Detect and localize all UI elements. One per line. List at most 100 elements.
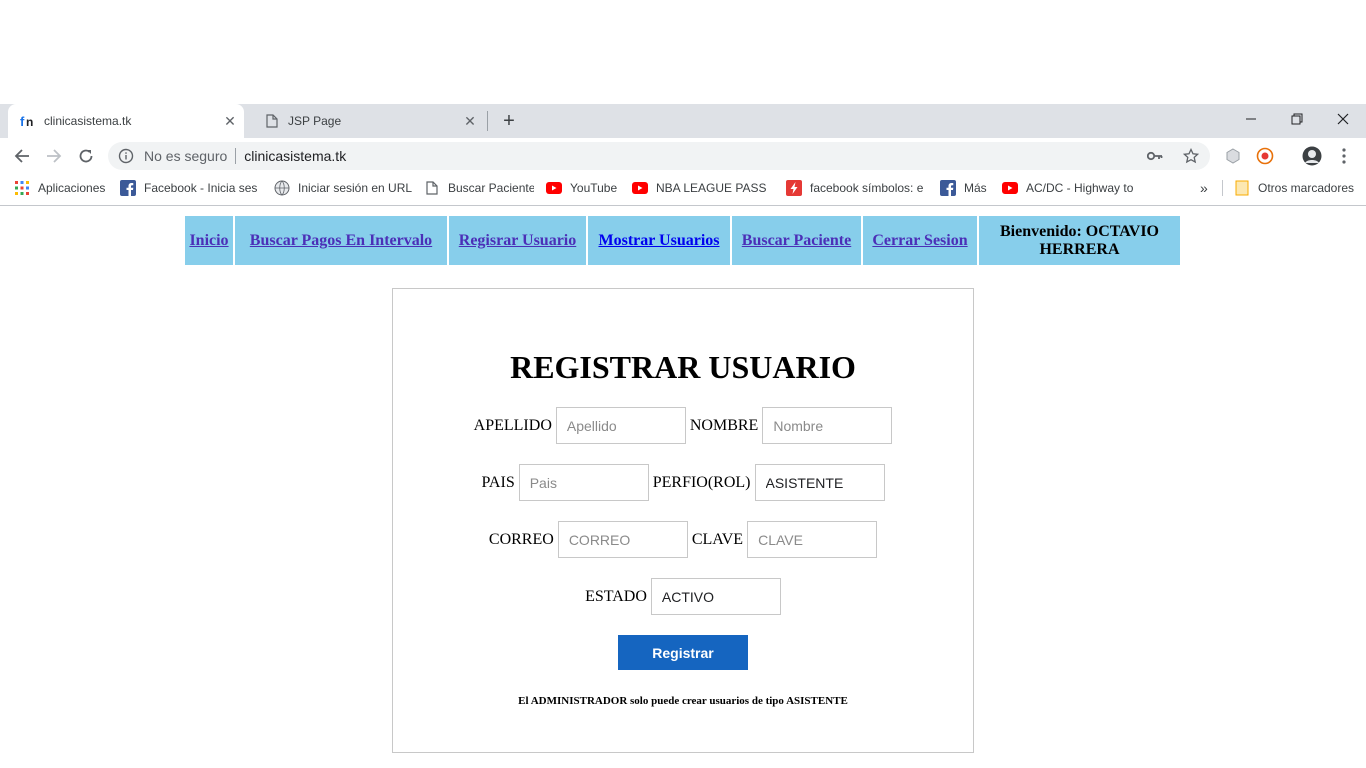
back-arrow-icon bbox=[14, 149, 29, 163]
page-icon bbox=[424, 180, 440, 196]
bookmark-facebook-simbolos[interactable]: facebook símbolos: e bbox=[786, 176, 924, 200]
bookmark-label: Facebook - Inicia sesi bbox=[144, 181, 258, 195]
bookmark-facebook[interactable]: Facebook - Inicia sesi bbox=[120, 176, 258, 200]
page-icon bbox=[264, 113, 280, 129]
flash-icon bbox=[786, 180, 802, 196]
extension-record-icon[interactable] bbox=[1255, 146, 1275, 166]
security-status: No es seguro bbox=[144, 148, 228, 164]
svg-text:n: n bbox=[26, 115, 33, 129]
bookmark-youtube[interactable]: YouTube bbox=[546, 176, 622, 200]
nav-cell-buscar-paciente: Buscar Paciente bbox=[731, 215, 862, 266]
facebook-icon bbox=[940, 180, 956, 196]
bookmark-star-icon[interactable] bbox=[1182, 147, 1200, 165]
tab-jsp-page[interactable]: JSP Page ✕ bbox=[252, 104, 484, 138]
facebook-icon bbox=[120, 180, 136, 196]
restore-button[interactable] bbox=[1274, 104, 1320, 134]
bookmark-apps[interactable]: Aplicaciones bbox=[14, 176, 114, 200]
minimize-button[interactable] bbox=[1228, 104, 1274, 134]
forward-arrow-icon bbox=[47, 149, 62, 163]
bookmark-label: YouTube bbox=[570, 181, 618, 195]
register-form: REGISTRAR USUARIO APELLIDO NOMBRE PAIS P… bbox=[392, 288, 974, 753]
nav-link-cerrar-sesion[interactable]: Cerrar Sesion bbox=[872, 232, 967, 250]
url-text[interactable]: clinicasistema.tk bbox=[244, 148, 346, 164]
bookmark-acdc[interactable]: AC/DC - Highway to bbox=[1002, 176, 1140, 200]
admin-note: El ADMINISTRADOR solo puede crear usuari… bbox=[518, 695, 848, 707]
close-tab-icon[interactable]: ✕ bbox=[222, 113, 238, 129]
perfil-input[interactable] bbox=[754, 464, 885, 501]
bookmark-label: Aplicaciones bbox=[38, 181, 106, 195]
correo-input[interactable] bbox=[557, 521, 688, 558]
nav-link-registrar-usuario[interactable]: Regisrar Usuario bbox=[459, 232, 576, 250]
close-tab-icon[interactable]: ✕ bbox=[462, 113, 478, 129]
bookmark-label: Iniciar sesión en URL bbox=[298, 181, 413, 195]
key-icon[interactable] bbox=[1146, 147, 1164, 165]
row-estado: ESTADO bbox=[393, 578, 973, 615]
row-pais-perfil: PAIS PERFIO(ROL) bbox=[393, 464, 973, 501]
nav-link-mostrar-usuarios[interactable]: Mostrar Usuarios bbox=[598, 232, 719, 250]
restore-icon bbox=[1291, 113, 1303, 125]
chrome-border bbox=[0, 205, 1366, 206]
nav-link-inicio[interactable]: Inicio bbox=[189, 232, 228, 250]
youtube-icon bbox=[1002, 180, 1018, 196]
form-title: REGISTRAR USUARIO bbox=[510, 349, 856, 385]
globe-icon bbox=[274, 180, 290, 196]
close-window-button[interactable] bbox=[1320, 104, 1366, 134]
info-icon[interactable] bbox=[118, 148, 134, 164]
estado-label: ESTADO bbox=[585, 587, 647, 605]
back-button[interactable] bbox=[10, 145, 34, 167]
tab-separator bbox=[487, 111, 488, 131]
menu-kebab-icon[interactable] bbox=[1334, 146, 1354, 166]
site-logo-icon: fn bbox=[20, 113, 36, 129]
bookmark-label: Más bbox=[964, 181, 987, 195]
reload-button[interactable] bbox=[74, 145, 98, 167]
forward-button[interactable] bbox=[42, 145, 66, 167]
bookmarks-overflow-button[interactable]: » bbox=[1200, 176, 1216, 200]
nav-cell-mostrar-usuarios: Mostrar Usuarios bbox=[587, 215, 731, 266]
nav-cell-registrar-usuario: Regisrar Usuario bbox=[448, 215, 587, 266]
apellido-input[interactable] bbox=[555, 407, 686, 444]
bookmark-label: Otros marcadores bbox=[1258, 181, 1355, 195]
nav-cell-inicio: Inicio bbox=[184, 215, 234, 266]
bookmark-label: AC/DC - Highway to bbox=[1026, 181, 1134, 195]
bookmark-label: Buscar Paciente bbox=[448, 181, 534, 195]
tab-strip: fn clinicasistema.tk ✕ JSP Page ✕ bbox=[0, 104, 1366, 138]
bookmark-mas[interactable]: Más bbox=[940, 176, 990, 200]
tab-clinicasistema[interactable]: fn clinicasistema.tk ✕ bbox=[8, 104, 244, 138]
perfil-label: PERFIO(ROL) bbox=[652, 473, 751, 491]
bookmark-label: NBA LEAGUE PASS H bbox=[656, 181, 768, 195]
pais-input[interactable] bbox=[518, 464, 649, 501]
nav-link-buscar-pagos[interactable]: Buscar Pagos En Intervalo bbox=[250, 232, 432, 250]
bookmark-other[interactable]: Otros marcadores bbox=[1234, 176, 1360, 200]
bookmarks-divider bbox=[1222, 180, 1223, 196]
bookmark-label: facebook símbolos: e bbox=[810, 181, 924, 195]
extension-cube-icon[interactable] bbox=[1223, 146, 1243, 166]
address-divider bbox=[235, 148, 237, 164]
nav-cell-buscar-pagos: Buscar Pagos En Intervalo bbox=[234, 215, 448, 266]
bookmark-url-login[interactable]: Iniciar sesión en URL bbox=[274, 176, 414, 200]
nombre-input[interactable] bbox=[762, 407, 893, 444]
youtube-icon bbox=[632, 180, 648, 196]
row-apellido-nombre: APELLIDO NOMBRE bbox=[393, 407, 973, 444]
nombre-label: NOMBRE bbox=[689, 416, 759, 434]
address-bar[interactable]: No es seguro clinicasistema.tk bbox=[108, 142, 1210, 170]
registrar-button[interactable]: Registrar bbox=[618, 635, 748, 670]
site-nav: Inicio Buscar Pagos En Intervalo Regisra… bbox=[184, 215, 1181, 266]
bookmark-buscar-paciente[interactable]: Buscar Paciente bbox=[424, 176, 534, 200]
tab-title: clinicasistema.tk bbox=[44, 114, 132, 128]
apellido-label: APELLIDO bbox=[473, 416, 552, 434]
welcome-message: Bienvenido: OCTAVIO HERRERA bbox=[978, 215, 1181, 266]
folder-icon bbox=[1234, 180, 1250, 196]
clave-label: CLAVE bbox=[691, 530, 744, 548]
bookmark-nba[interactable]: NBA LEAGUE PASS H bbox=[632, 176, 768, 200]
apps-grid-icon bbox=[14, 180, 30, 196]
youtube-icon bbox=[546, 180, 562, 196]
minimize-icon bbox=[1246, 118, 1256, 120]
new-tab-button[interactable]: + bbox=[498, 110, 520, 132]
clave-input[interactable] bbox=[747, 521, 878, 558]
estado-input[interactable] bbox=[650, 578, 781, 615]
tab-title: JSP Page bbox=[288, 114, 342, 128]
reload-icon bbox=[79, 149, 93, 163]
pais-label: PAIS bbox=[481, 473, 515, 491]
profile-avatar[interactable] bbox=[1302, 146, 1322, 166]
nav-link-buscar-paciente[interactable]: Buscar Paciente bbox=[742, 232, 851, 250]
